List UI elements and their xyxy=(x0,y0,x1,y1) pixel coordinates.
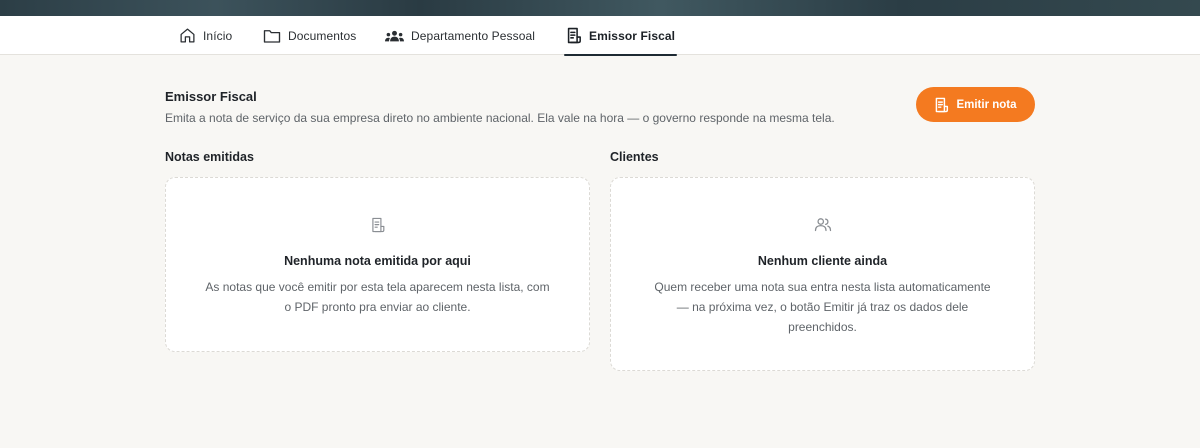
section-title-clientes: Clientes xyxy=(610,150,659,164)
receipt-icon xyxy=(371,217,384,233)
page-description: Emita a nota de serviço da sua empresa d… xyxy=(165,111,835,125)
folder-icon xyxy=(263,29,281,43)
empty-state-text: Quem receber uma nota sua entra nesta li… xyxy=(654,280,991,334)
tab-label: Documentos xyxy=(288,28,357,43)
main-navbar: Início Documentos Departamento Pessoal E… xyxy=(0,16,1200,56)
notas-empty-card: Nenhuma nota emitida por aqui As notas q… xyxy=(165,177,590,352)
emit-note-button[interactable]: Emitir nota xyxy=(916,87,1035,122)
receipt-icon xyxy=(567,27,581,44)
tab-departamento-pessoal[interactable]: Departamento Pessoal xyxy=(385,16,535,55)
tab-label: Departamento Pessoal xyxy=(411,28,536,43)
empty-state-title: Nenhuma nota emitida por aqui xyxy=(284,254,471,268)
empty-state-text: As notas que você emitir por esta tela a… xyxy=(205,280,550,314)
users-icon xyxy=(385,30,404,41)
tab-documentos[interactable]: Documentos xyxy=(263,16,356,55)
emit-button-label: Emitir nota xyxy=(956,98,1017,111)
tab-emissor-fiscal[interactable]: Emissor Fiscal xyxy=(563,16,678,56)
header-banner xyxy=(0,0,1200,16)
clientes-empty-card: Nenhum cliente ainda Quem receber uma no… xyxy=(610,177,1035,371)
section-title-notas: Notas emitidas xyxy=(165,150,254,164)
tab-label: Início xyxy=(203,28,233,43)
tab-label: Emissor Fiscal xyxy=(589,28,676,43)
users-icon xyxy=(814,218,831,232)
empty-state-title: Nenhum cliente ainda xyxy=(757,254,888,268)
tab-inicio[interactable]: Início xyxy=(179,16,232,55)
receipt-icon xyxy=(936,97,949,112)
page-title: Emissor Fiscal xyxy=(165,89,257,104)
home-icon xyxy=(180,28,195,43)
